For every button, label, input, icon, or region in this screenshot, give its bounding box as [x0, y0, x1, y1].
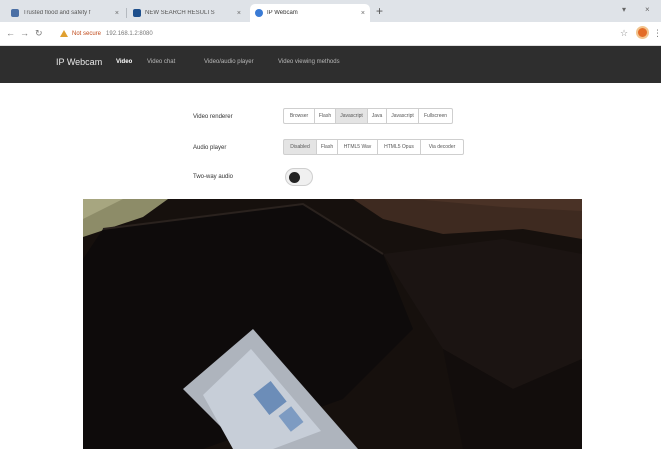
video-renderer-option[interactable]: Browser	[283, 108, 315, 124]
tab-divider	[126, 8, 127, 18]
toggle-knob	[289, 172, 300, 183]
video-renderer-option[interactable]: Javascript	[386, 108, 419, 124]
nav-video-viewing-methods[interactable]: Video viewing methods	[278, 59, 340, 65]
tab-title: NEW SEARCH RESULTS	[145, 10, 215, 16]
video-frame	[83, 199, 582, 449]
video-renderer-option[interactable]: Java	[367, 108, 387, 124]
nav-video-audio-player[interactable]: Video/audio player	[204, 59, 254, 65]
profile-avatar-icon[interactable]	[636, 26, 649, 39]
audio-player-option[interactable]: HTML5 Opus	[377, 139, 421, 155]
tab-title: Trusted flood and safety f	[23, 10, 91, 16]
minimize-icon[interactable]: ▾	[622, 5, 626, 14]
audio-player-option[interactable]: Via decoder	[420, 139, 464, 155]
forward-icon[interactable]: →	[20, 28, 29, 38]
menu-icon[interactable]: ⋮	[653, 28, 661, 39]
audio-player-option-selected[interactable]: Disabled	[283, 139, 317, 155]
window-close-icon[interactable]: ×	[645, 5, 650, 14]
tab-favicon-icon	[11, 9, 19, 17]
warning-icon	[60, 30, 68, 37]
audio-player-selector: Disabled Flash HTML5 Wav HTML5 Opus Via …	[283, 139, 464, 155]
audio-player-option[interactable]: HTML5 Wav	[337, 139, 378, 155]
nav-video-chat[interactable]: Video chat	[147, 59, 175, 65]
video-renderer-option[interactable]: Flash	[314, 108, 336, 124]
close-tab-icon[interactable]: ×	[361, 10, 365, 17]
browser-toolbar: ← → ↻ Not secure 192.168.1.2:8080 ☆ ⋮	[0, 22, 661, 46]
video-renderer-selector: Browser Flash Javascript Java Javascript…	[283, 108, 453, 124]
tab-favicon-icon	[255, 9, 263, 17]
star-icon[interactable]: ☆	[620, 28, 628, 39]
tab-favicon-icon	[133, 9, 141, 17]
video-renderer-option-selected[interactable]: Javascript	[335, 108, 368, 124]
url-text: 192.168.1.2:8080	[106, 30, 153, 37]
browser-tab-2[interactable]: NEW SEARCH RESULTS ×	[128, 4, 246, 22]
tab-title: IP Webcam	[267, 10, 298, 16]
close-tab-icon[interactable]: ×	[237, 10, 241, 17]
close-tab-icon[interactable]: ×	[115, 10, 119, 17]
audio-player-label: Audio player	[193, 145, 227, 151]
security-status: Not secure	[72, 30, 102, 37]
two-way-audio-toggle[interactable]	[285, 168, 313, 186]
nav-video[interactable]: Video	[116, 59, 132, 65]
audio-player-option[interactable]: Flash	[316, 139, 338, 155]
video-renderer-option[interactable]: Fullscreen	[418, 108, 453, 124]
browser-tab-1[interactable]: Trusted flood and safety f ×	[6, 4, 124, 22]
brand-logo[interactable]: IP Webcam	[56, 57, 102, 67]
new-tab-icon[interactable]: +	[376, 5, 383, 17]
two-way-audio-label: Two-way audio	[193, 174, 234, 180]
reload-icon[interactable]: ↻	[35, 28, 43, 38]
video-renderer-label: Video renderer	[193, 114, 233, 120]
back-icon[interactable]: ←	[6, 28, 15, 38]
app-navbar: IP Webcam Video Video chat Video/audio p…	[0, 46, 661, 83]
live-video-feed[interactable]	[83, 199, 582, 449]
address-bar[interactable]: Not secure 192.168.1.2:8080	[60, 26, 620, 41]
browser-tab-active[interactable]: IP Webcam ×	[250, 4, 370, 22]
browser-tab-strip: Trusted flood and safety f × NEW SEARCH …	[0, 0, 661, 22]
